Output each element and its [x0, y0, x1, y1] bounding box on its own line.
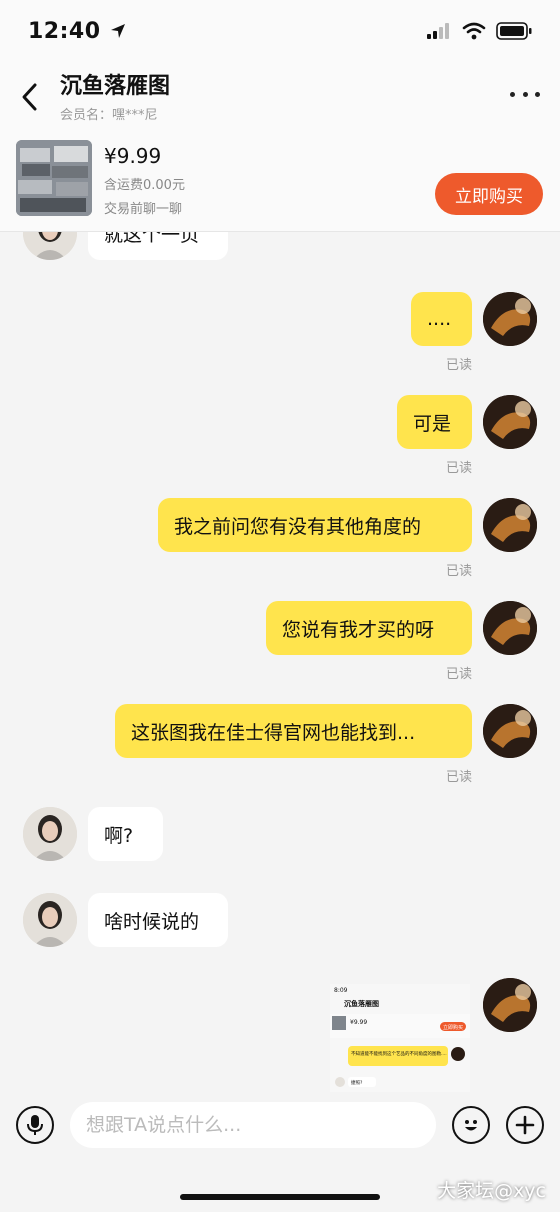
screenshot-preview: 8:09 沉鱼落雁图 ¥9.99 立即购买 不知道能不能找到这个艺品的不同角度的…	[330, 984, 470, 1092]
more-options-button[interactable]	[510, 84, 540, 104]
status-icons	[426, 22, 532, 40]
message-bubble[interactable]: 可是	[397, 395, 472, 449]
message-input[interactable]	[70, 1102, 436, 1148]
read-receipt: 已读	[445, 564, 472, 579]
input-bar: 大家坛@xyc	[0, 1094, 560, 1212]
read-receipt: 已读	[445, 667, 472, 682]
battery-icon	[496, 22, 532, 40]
status-time: 12:40	[28, 18, 101, 44]
plus-icon	[515, 1115, 535, 1135]
back-button[interactable]	[0, 62, 60, 132]
seller-avatar[interactable]	[23, 807, 77, 861]
image-message[interactable]: 8:09 沉鱼落雁图 ¥9.99 立即购买 不知道能不能找到这个艺品的不同角度的…	[330, 984, 470, 1092]
my-avatar[interactable]	[483, 704, 537, 758]
preview-time: 8:09	[334, 987, 348, 994]
seller-avatar[interactable]	[23, 893, 77, 947]
message-bubble[interactable]: 我之前问您有没有其他角度的	[158, 498, 472, 552]
product-note: 交易前聊一聊	[104, 202, 183, 217]
add-attachment-button[interactable]	[506, 1106, 544, 1144]
preview-buy: 立即购买	[443, 1024, 463, 1031]
signal-icon	[427, 23, 449, 39]
read-receipt: 已读	[445, 770, 472, 785]
nav-bar: 沉鱼落雁图 会员名：嘿***尼	[0, 62, 560, 132]
my-avatar[interactable]	[483, 395, 537, 449]
my-avatar[interactable]	[483, 498, 537, 552]
more-dot	[522, 91, 528, 97]
product-image	[16, 140, 92, 216]
message-bubble[interactable]: 这张图我在佳士得官网也能找到...	[115, 704, 472, 758]
message-bubble[interactable]: 就这个一页	[88, 232, 228, 260]
product-shipping: 含运费0.00元	[104, 178, 185, 193]
preview-title: 沉鱼落雁图	[344, 999, 379, 1008]
page-title: 沉鱼落雁图	[60, 73, 171, 99]
my-avatar-image	[483, 498, 537, 552]
preview-reply: 捷照?	[351, 1079, 363, 1086]
my-avatar[interactable]	[483, 292, 537, 346]
member-name: 会员名：嘿***尼	[60, 107, 158, 123]
home-indicator[interactable]	[180, 1194, 380, 1200]
wifi-icon	[462, 22, 486, 40]
more-dots-icon	[510, 91, 515, 97]
voice-button[interactable]	[16, 1106, 54, 1144]
message-bubble[interactable]: 啊?	[88, 807, 163, 861]
my-avatar-image	[483, 704, 537, 758]
status-bar: 12:40	[0, 0, 560, 62]
microphone-icon	[27, 1115, 43, 1135]
my-avatar[interactable]	[483, 978, 537, 1032]
seller-avatar[interactable]	[23, 232, 77, 260]
watermark: 大家坛@xyc	[437, 1180, 546, 1202]
preview-message: 不知道能不能找到这个艺品的不同角度的图勒....	[351, 1050, 447, 1057]
emoji-icon	[465, 1120, 477, 1131]
my-avatar-image	[483, 978, 537, 1032]
seller-avatar-image	[23, 807, 77, 861]
more-dot	[535, 91, 540, 97]
nav-titles: 沉鱼落雁图 会员名：嘿***尼	[60, 72, 170, 123]
product-thumbnail[interactable]	[16, 140, 92, 216]
my-avatar-image	[483, 292, 537, 346]
product-card[interactable]: ¥9.99 含运费0.00元 交易前聊一聊 立即购买	[0, 132, 560, 232]
message-bubble[interactable]: ....	[411, 292, 472, 346]
back-arrow-icon	[22, 83, 37, 111]
seller-avatar-image	[23, 232, 77, 260]
my-avatar[interactable]	[483, 601, 537, 655]
my-avatar-image	[483, 601, 537, 655]
preview-price: ¥9.99	[350, 1019, 367, 1026]
product-price: ¥9.99	[104, 144, 162, 168]
seller-avatar-image	[23, 893, 77, 947]
read-receipt: 已读	[445, 461, 472, 476]
buy-now-button[interactable]: 立即购买	[435, 173, 543, 215]
location-arrow-icon	[110, 24, 125, 38]
my-avatar-image	[483, 395, 537, 449]
message-bubble[interactable]: 您说有我才买的呀	[266, 601, 472, 655]
chat-list[interactable]: 就这个一页 .... 已读 可是 已读 我之前问您有没有其他角度的 已读 您说有…	[0, 232, 560, 1094]
message-bubble[interactable]: 啥时候说的	[88, 893, 228, 947]
read-receipt: 已读	[445, 358, 472, 373]
emoji-button[interactable]	[452, 1106, 490, 1144]
